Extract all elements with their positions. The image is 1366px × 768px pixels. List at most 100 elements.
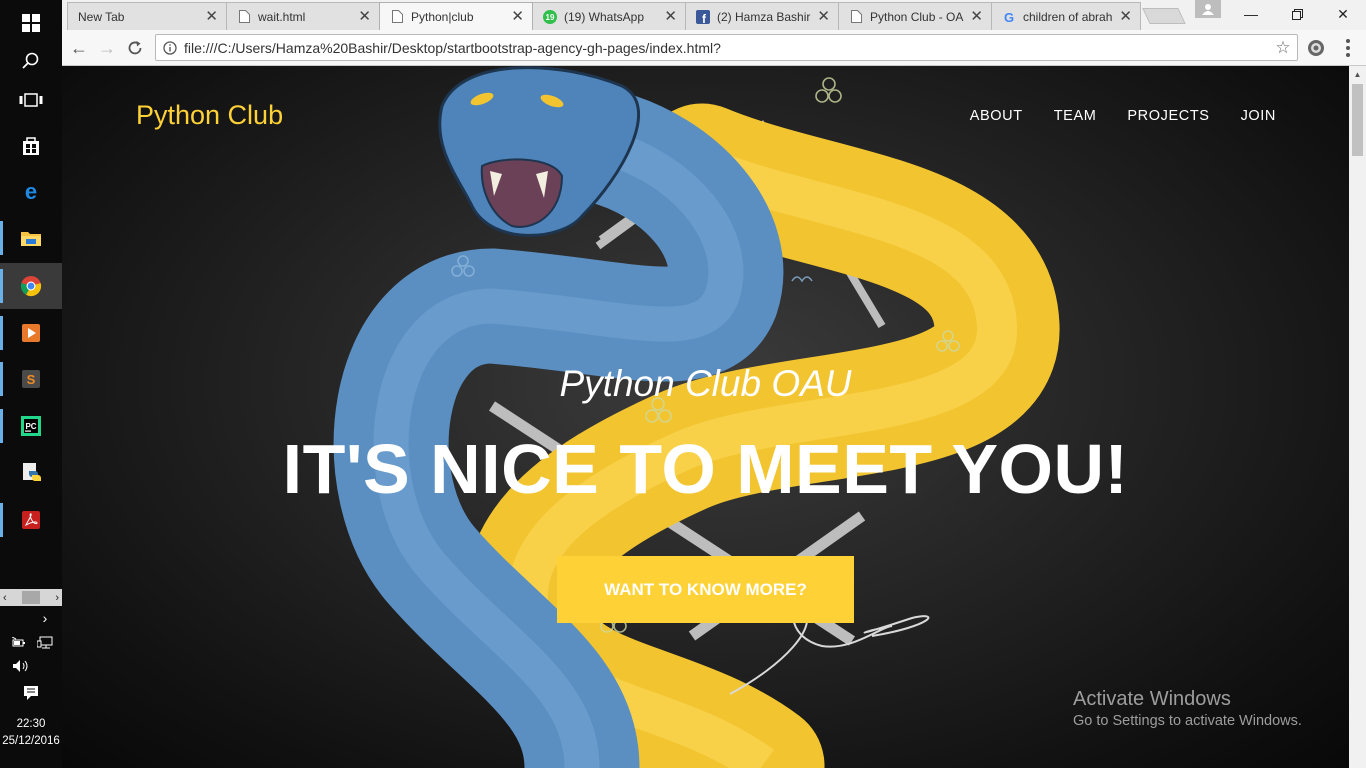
tab-close-icon[interactable]: ✕	[817, 9, 830, 24]
svg-text:PC: PC	[25, 422, 36, 431]
media-player-icon	[22, 324, 40, 342]
windows-logo-icon	[22, 14, 40, 32]
taskbar-pycharm[interactable]: PC	[0, 403, 62, 449]
want-to-know-more-button[interactable]: WANT TO KNOW MORE?	[557, 556, 854, 623]
tab-strip: New Tab ✕ wait.html ✕ Python|club ✕ 19 (…	[62, 0, 1366, 30]
tab-google-search[interactable]: G children of abrah ✕	[991, 2, 1141, 30]
python-snake-illustration	[333, 66, 1060, 768]
tab-close-icon[interactable]: ✕	[970, 9, 983, 24]
google-icon: G	[1002, 10, 1016, 24]
reload-button[interactable]	[122, 35, 148, 61]
tab-new-tab[interactable]: New Tab ✕	[67, 2, 227, 30]
scroll-up-icon[interactable]: ▲	[1349, 66, 1366, 83]
forward-button[interactable]: →	[94, 35, 120, 61]
pycharm-icon: PC	[21, 416, 41, 436]
network-icon[interactable]	[36, 636, 54, 650]
taskbar-scroll-thumb[interactable]	[22, 591, 40, 604]
tab-label: (2) Hamza Bashir	[717, 9, 811, 24]
taskbar-python[interactable]	[0, 450, 62, 496]
extension-button[interactable]	[1306, 38, 1326, 58]
taskbar-store[interactable]	[0, 123, 62, 169]
power-icon[interactable]	[11, 636, 29, 650]
site-nav: ABOUT TEAM PROJECTS JOIN	[970, 108, 1276, 124]
page-viewport: Python Club ABOUT TEAM PROJECTS JOIN Pyt…	[62, 66, 1349, 768]
new-tab-button[interactable]	[1142, 8, 1186, 24]
tab-facebook[interactable]: f (2) Hamza Bashir ✕	[685, 2, 839, 30]
tab-close-icon[interactable]: ✕	[205, 9, 218, 24]
clock-date: 25/12/2016	[2, 735, 60, 747]
show-hidden-icons-icon[interactable]: ›	[36, 610, 54, 626]
address-bar[interactable]: file:///C:/Users/Hamza%20Bashir/Desktop/…	[155, 34, 1298, 61]
edge-icon: e	[25, 181, 37, 203]
chrome-icon	[20, 276, 42, 297]
page-icon	[390, 10, 404, 24]
taskbar-scroll[interactable]: ‹ ›	[0, 589, 62, 606]
page-icon	[849, 10, 863, 24]
hero-heading: IT'S NICE TO MEET YOU!	[282, 430, 1129, 508]
python-icon	[23, 463, 41, 481]
scrollbar-thumb[interactable]	[1352, 84, 1363, 156]
volume-icon[interactable]	[11, 658, 31, 674]
nav-link-about[interactable]: ABOUT	[970, 108, 1023, 124]
tab-wait-html[interactable]: wait.html ✕	[226, 2, 380, 30]
page-scrollbar[interactable]: ▲	[1349, 66, 1366, 768]
restore-icon	[1291, 8, 1303, 20]
tab-label: Python Club - OA	[870, 9, 964, 24]
reload-icon	[128, 41, 142, 55]
scroll-left-icon[interactable]: ‹	[3, 592, 7, 604]
tab-whatsapp[interactable]: 19 (19) WhatsApp ✕	[532, 2, 686, 30]
tab-label: wait.html	[258, 9, 306, 24]
store-icon	[23, 137, 39, 155]
svg-text:19: 19	[546, 13, 555, 22]
task-view-icon	[19, 93, 43, 107]
taskbar-acrobat[interactable]	[0, 497, 62, 543]
back-button[interactable]: ←	[66, 35, 92, 61]
site-brand[interactable]: Python Club	[136, 100, 283, 131]
svg-text:e: e	[25, 181, 37, 203]
chrome-menu-button[interactable]	[1338, 36, 1358, 60]
taskbar-file-explorer[interactable]	[0, 215, 62, 261]
tab-python-club-oa[interactable]: Python Club - OA ✕	[838, 2, 992, 30]
tab-label: children of abrah	[1023, 9, 1113, 24]
tab-label: Python|club	[411, 9, 474, 24]
search-icon	[22, 52, 39, 69]
nav-link-projects[interactable]: PROJECTS	[1127, 108, 1209, 124]
folder-icon	[21, 232, 41, 246]
svg-text:S: S	[27, 372, 36, 387]
tab-close-icon[interactable]: ✕	[1119, 9, 1132, 24]
tab-python-club[interactable]: Python|club ✕	[379, 2, 533, 30]
system-clock[interactable]: 22:30 25/12/2016	[0, 716, 62, 750]
facebook-icon: f	[696, 9, 710, 24]
taskbar-edge[interactable]: e	[0, 169, 62, 215]
action-center-icon[interactable]	[21, 684, 41, 702]
tab-close-icon[interactable]: ✕	[664, 9, 677, 24]
url-text[interactable]: file:///C:/Users/Hamza%20Bashir/Desktop/…	[184, 40, 1269, 56]
pdf-icon	[22, 511, 40, 529]
minimize-button[interactable]: —	[1228, 0, 1274, 28]
page-icon	[237, 10, 251, 24]
scroll-right-icon[interactable]: ›	[55, 592, 59, 604]
restore-button[interactable]	[1274, 0, 1320, 28]
nav-link-join[interactable]: JOIN	[1241, 108, 1276, 124]
forward-arrow-icon: →	[98, 37, 116, 58]
tab-close-icon[interactable]: ✕	[511, 9, 524, 24]
watermark-subtitle: Go to Settings to activate Windows.	[1073, 713, 1302, 729]
close-button[interactable]: ✕	[1320, 0, 1366, 28]
extension-icon	[1308, 40, 1324, 56]
task-view-button[interactable]	[0, 77, 62, 123]
chrome-window: New Tab ✕ wait.html ✕ Python|club ✕ 19 (…	[62, 0, 1366, 768]
tab-close-icon[interactable]: ✕	[358, 9, 371, 24]
watermark-title: Activate Windows	[1073, 688, 1231, 710]
taskbar-sublime[interactable]: S	[0, 356, 62, 402]
back-arrow-icon: ←	[70, 37, 88, 58]
activate-windows-watermark: Activate Windows Go to Settings to activ…	[1073, 688, 1302, 729]
hero-lead: Python Club OAU	[559, 363, 852, 404]
site-info-icon[interactable]	[156, 40, 184, 55]
nav-link-team[interactable]: TEAM	[1054, 108, 1097, 124]
taskbar-chrome[interactable]	[0, 263, 62, 309]
person-icon	[1202, 4, 1214, 15]
profile-button[interactable]	[1195, 0, 1221, 18]
bookmark-star-icon[interactable]: ☆	[1269, 38, 1297, 58]
taskbar-media-player[interactable]	[0, 310, 62, 356]
tab-label: New Tab	[78, 9, 125, 24]
